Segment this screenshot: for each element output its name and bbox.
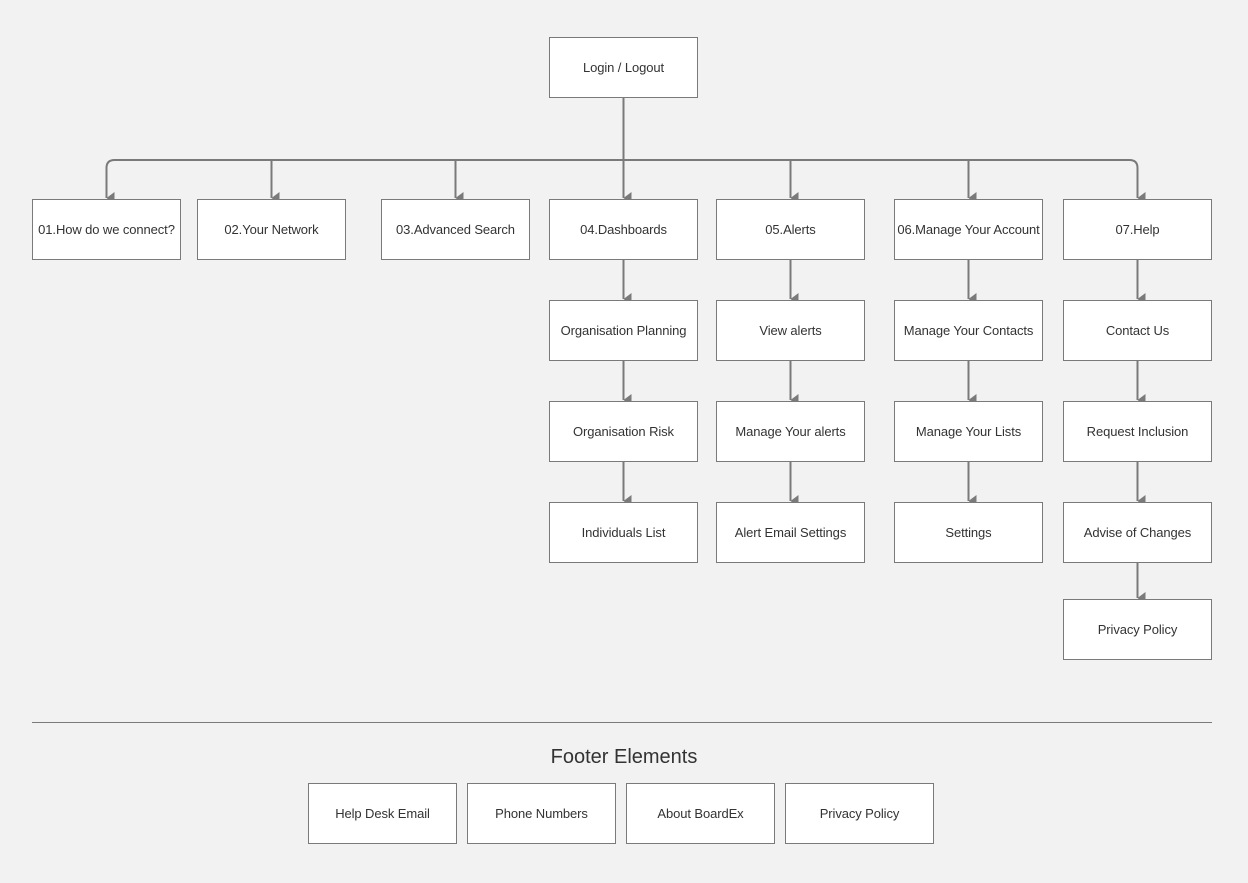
section-node[interactable]: 04.Dashboards xyxy=(549,199,698,260)
footer-item[interactable]: Phone Numbers xyxy=(467,783,616,844)
child-node[interactable]: Manage Your Contacts xyxy=(894,300,1043,361)
child-node[interactable]: Alert Email Settings xyxy=(716,502,865,563)
child-node[interactable]: Contact Us xyxy=(1063,300,1212,361)
section-node[interactable]: 02.Your Network xyxy=(197,199,346,260)
child-node[interactable]: Organisation Planning xyxy=(549,300,698,361)
branch-bus xyxy=(105,159,1139,169)
root-login-logout[interactable]: Login / Logout xyxy=(549,37,698,98)
child-node[interactable]: View alerts xyxy=(716,300,865,361)
child-node[interactable]: Privacy Policy xyxy=(1063,599,1212,660)
child-node[interactable]: Manage Your Lists xyxy=(894,401,1043,462)
child-node[interactable]: Manage Your alerts xyxy=(716,401,865,462)
footer-title: Footer Elements xyxy=(550,746,698,768)
section-node[interactable]: 05.Alerts xyxy=(716,199,865,260)
footer-divider xyxy=(32,722,1212,723)
section-node[interactable]: 07.Help xyxy=(1063,199,1212,260)
section-node[interactable]: 06.Manage Your Account xyxy=(894,199,1043,260)
child-node[interactable]: Request Inclusion xyxy=(1063,401,1212,462)
child-node[interactable]: Individuals List xyxy=(549,502,698,563)
child-node[interactable]: Advise of Changes xyxy=(1063,502,1212,563)
section-node[interactable]: 03.Advanced Search xyxy=(381,199,530,260)
child-node[interactable]: Organisation Risk xyxy=(549,401,698,462)
footer-item[interactable]: About BoardEx xyxy=(626,783,775,844)
child-node[interactable]: Settings xyxy=(894,502,1043,563)
footer-item[interactable]: Help Desk Email xyxy=(308,783,457,844)
section-node[interactable]: 01.How do we connect? xyxy=(32,199,181,260)
footer-item[interactable]: Privacy Policy xyxy=(785,783,934,844)
